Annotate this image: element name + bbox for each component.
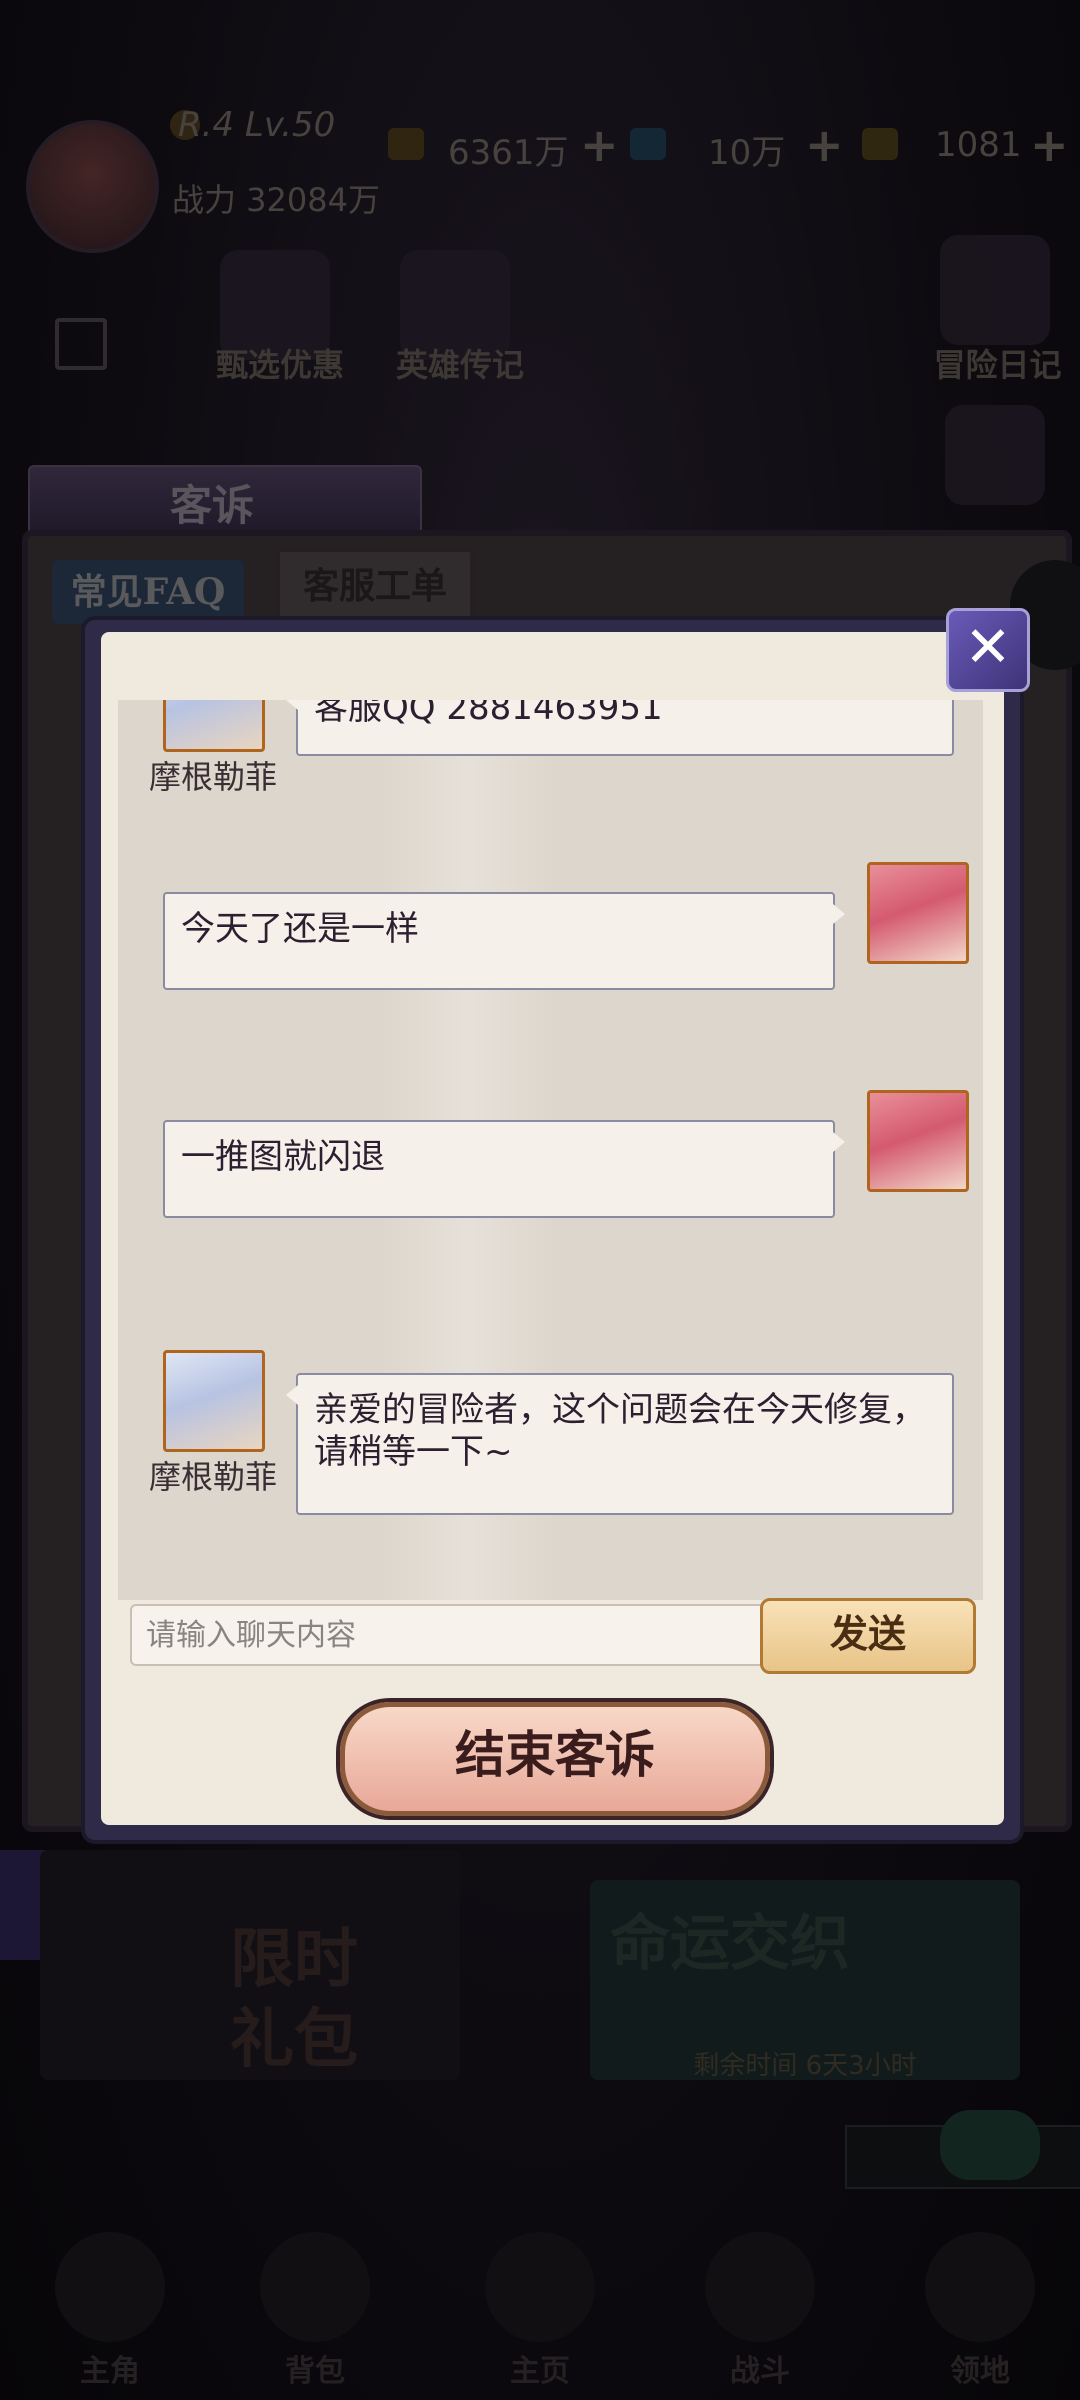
user-avatar [867,1090,969,1192]
chat-message-list[interactable]: 摩根勒菲 客服QQ 2881463951 今天了还是一样 一推图就闪退 摩根勒菲… [118,700,983,1600]
agent-message-bubble: 客服QQ 2881463951 [286,700,954,756]
close-icon[interactable]: ✕ [946,608,1030,692]
send-button[interactable]: 发送 [760,1598,976,1674]
user-message-bubble: 一推图就闪退 [163,1120,845,1218]
agent-name: 摩根勒菲 [148,758,277,796]
agent-message-bubble: 亲爱的冒险者，这个问题会在今天修复，请稍等一下~ [286,1373,954,1515]
agent-avatar [163,700,265,752]
chat-input[interactable] [130,1604,770,1666]
agent-name: 摩根勒菲 [148,1458,277,1496]
chat-input-row: 发送 [130,1598,990,1684]
chat-modal: 摩根勒菲 客服QQ 2881463951 今天了还是一样 一推图就闪退 摩根勒菲… [85,620,1020,1840]
end-complaint-button[interactable]: 结束客诉 [340,1702,770,1816]
user-avatar [867,862,969,964]
agent-avatar [163,1350,265,1452]
user-message-bubble: 今天了还是一样 [163,892,845,990]
